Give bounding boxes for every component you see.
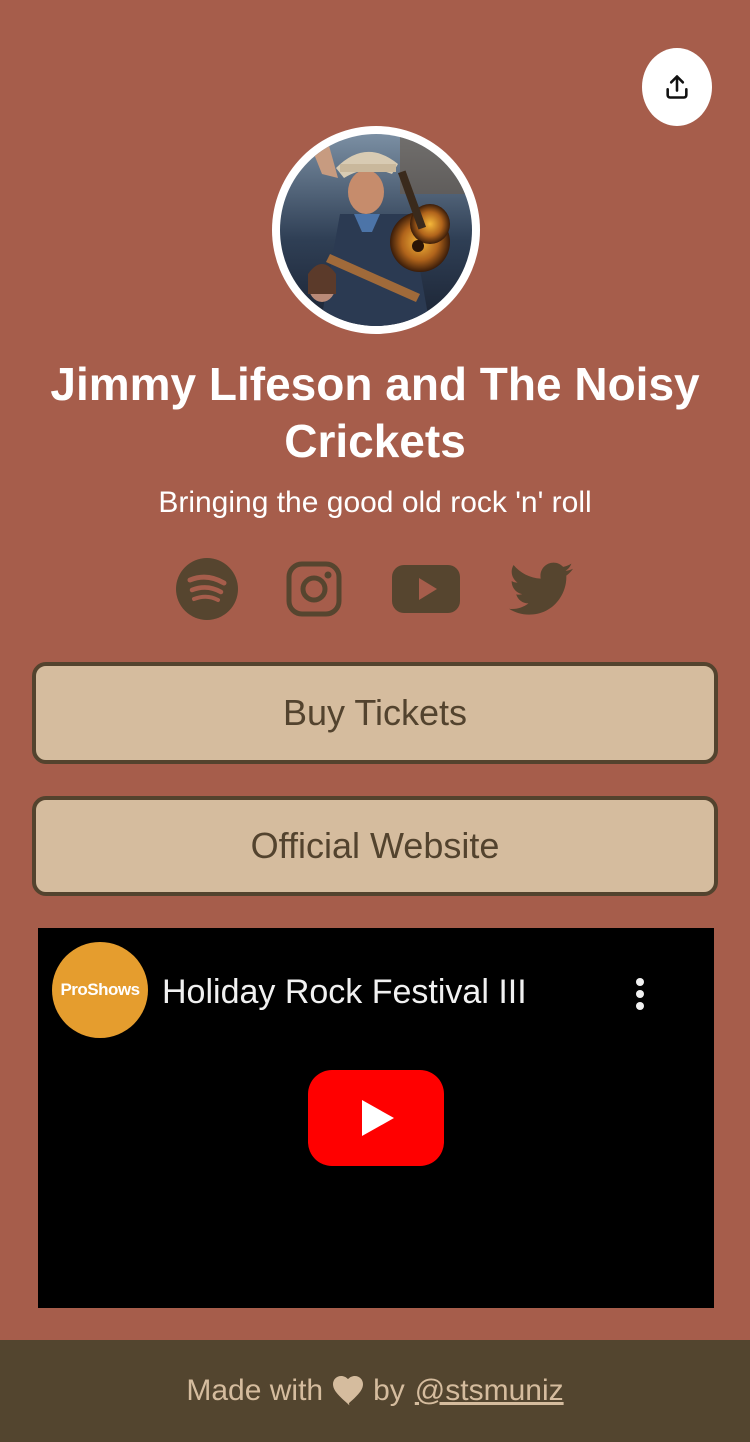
youtube-play-icon[interactable]: [308, 1070, 444, 1166]
video-title[interactable]: Holiday Rock Festival III: [162, 972, 527, 1012]
twitter-icon: [509, 562, 573, 615]
youtube-video-embed[interactable]: ProShows Holiday Rock Festival III: [38, 928, 714, 1308]
channel-logo[interactable]: ProShows: [52, 942, 148, 1038]
author-link[interactable]: @stsmuniz: [415, 1374, 564, 1408]
social-link-spotify[interactable]: [175, 556, 239, 622]
buy-tickets-button[interactable]: Buy Tickets: [32, 662, 718, 764]
heart-icon: [333, 1376, 364, 1406]
share-button[interactable]: [642, 48, 712, 126]
spotify-icon: [176, 558, 238, 620]
more-options-icon[interactable]: [624, 974, 654, 1014]
social-link-instagram[interactable]: [285, 556, 343, 622]
share-upload-icon: [666, 75, 688, 99]
footer-made-with: Made with: [186, 1374, 324, 1407]
footer-by: by: [373, 1374, 405, 1407]
footer: Made with by @stsmuniz: [0, 1340, 750, 1442]
social-link-youtube[interactable]: [390, 556, 462, 622]
instagram-icon: [286, 561, 342, 617]
profile-tagline: Bringing the good old rock 'n' roll: [158, 486, 592, 519]
avatar-photo: [280, 134, 472, 326]
youtube-icon: [392, 565, 460, 613]
link-page: Jimmy Lifeson and The Noisy Crickets Bri…: [0, 0, 750, 1442]
avatar: [272, 126, 480, 334]
social-link-twitter[interactable]: [508, 556, 574, 622]
profile-name: Jimmy Lifeson and The Noisy Crickets: [50, 358, 700, 467]
official-website-button[interactable]: Official Website: [32, 796, 718, 896]
